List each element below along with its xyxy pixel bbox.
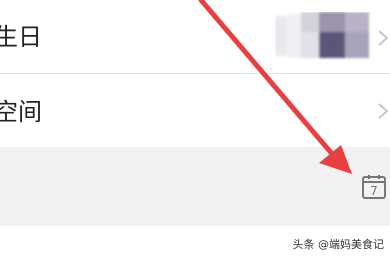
watermark: 头条 @端妈美食记 (292, 238, 385, 251)
chevron-right-icon (378, 103, 389, 119)
space-label: 空间 (0, 98, 42, 126)
birthday-label: 生日 (0, 23, 42, 51)
chevron-right-icon (378, 30, 389, 46)
calendar-icon[interactable]: 7 (361, 174, 387, 200)
settings-screen: 生日 空间 7 头条 @端妈美食记 (0, 0, 390, 260)
calendar-number: 7 (370, 184, 378, 198)
space-row[interactable] (0, 74, 390, 147)
blurred-avatar (275, 12, 369, 58)
